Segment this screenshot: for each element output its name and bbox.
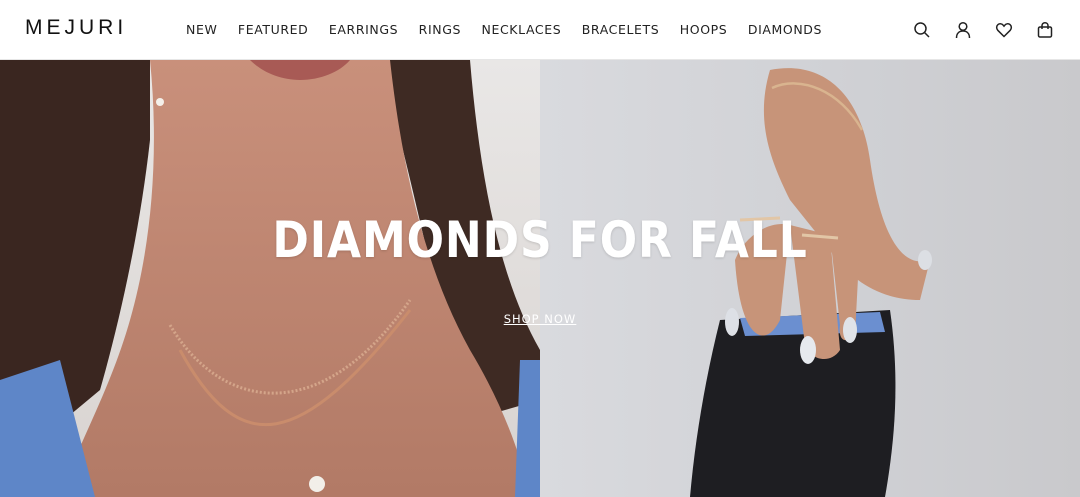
nav-item-hoops[interactable]: HOOPS <box>680 21 728 39</box>
nav-item-new[interactable]: NEW <box>186 21 217 39</box>
hero-cta: SHOP NOW <box>0 310 1080 328</box>
site-header: MEJURI NEW FEATURED EARRINGS RINGS NECKL… <box>0 0 1080 60</box>
header-icons <box>913 19 1054 41</box>
wishlist-heart-icon[interactable] <box>995 21 1013 39</box>
hero-headline: DIAMONDS FOR FALL <box>272 211 808 269</box>
shop-now-link[interactable]: SHOP NOW <box>504 312 577 326</box>
hero-image-hand-rings <box>540 60 1080 497</box>
account-icon[interactable] <box>954 21 972 39</box>
brand-logo[interactable]: MEJURI <box>25 16 127 40</box>
nav-item-rings[interactable]: RINGS <box>419 21 461 39</box>
nav-item-bracelets[interactable]: BRACELETS <box>582 21 660 39</box>
nav-item-necklaces[interactable]: NECKLACES <box>482 21 562 39</box>
search-icon[interactable] <box>913 21 931 39</box>
shopping-bag-icon[interactable] <box>1036 21 1054 39</box>
nav-item-diamonds[interactable]: DIAMONDS <box>748 21 822 39</box>
hero-image-necklace-model <box>0 60 540 497</box>
nav-item-earrings[interactable]: EARRINGS <box>329 21 398 39</box>
hero-banner[interactable]: DIAMONDS FOR FALL SHOP NOW <box>0 60 1080 497</box>
main-nav: NEW FEATURED EARRINGS RINGS NECKLACES BR… <box>186 21 822 39</box>
nav-item-featured[interactable]: FEATURED <box>238 21 308 39</box>
